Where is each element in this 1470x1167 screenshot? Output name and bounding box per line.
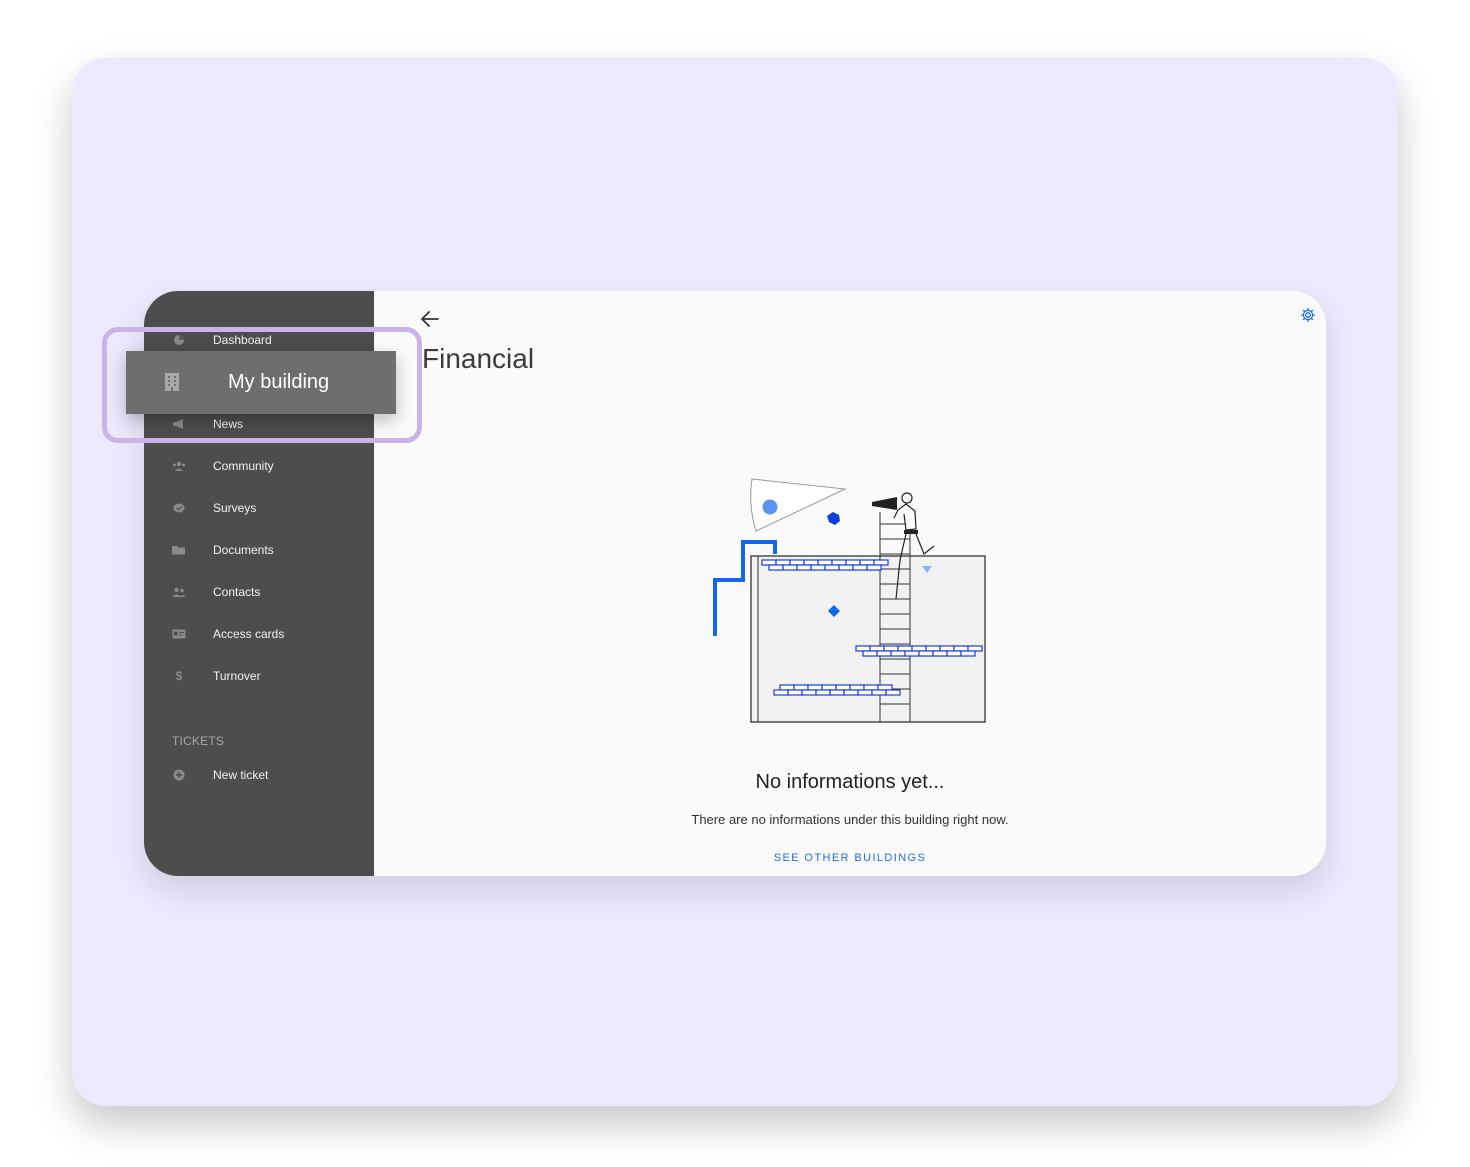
gear-icon[interactable] (1300, 307, 1316, 323)
highlight-focus-ring (102, 327, 422, 443)
empty-state-description: There are no informations under this bui… (691, 812, 1009, 827)
dollar-icon: $ (175, 669, 183, 683)
plus-circle-icon (171, 767, 187, 783)
see-other-buildings-link[interactable]: SEE OTHER BUILDINGS (374, 852, 1326, 864)
sidebar-item-surveys[interactable]: Surveys (144, 491, 374, 525)
empty-state-title: No informations yet... (755, 771, 945, 793)
page-title: Financial (422, 343, 535, 374)
sidebar-item-documents[interactable]: Documents (144, 533, 374, 567)
sidebar-item-label: Turnover (213, 669, 261, 683)
sidebar-item-community[interactable]: Community (144, 449, 374, 483)
sidebar-item-access-cards[interactable]: Access cards (144, 617, 374, 651)
main-content: Financial No informations yet... There a… (374, 291, 1326, 876)
sidebar-item-turnover[interactable]: $ Turnover (144, 659, 374, 693)
empty-state-illustration (710, 474, 1000, 734)
id-card-icon (171, 626, 187, 642)
back-arrow-icon[interactable] (418, 307, 442, 331)
contacts-icon (171, 584, 187, 600)
sidebar-item-label: Surveys (213, 501, 257, 515)
sidebar-item-label: Community (213, 459, 274, 473)
sidebar-item-label: New ticket (213, 768, 269, 782)
sidebar-item-new-ticket[interactable]: New ticket (144, 758, 374, 792)
people-icon (171, 458, 187, 474)
sidebar-item-label: Contacts (213, 585, 261, 599)
sidebar-item-label: Documents (213, 543, 274, 557)
tickets-section-title: TICKETS (172, 734, 225, 748)
sidebar-item-label: Access cards (213, 627, 285, 641)
chat-check-icon (171, 500, 187, 516)
sidebar-item-contacts[interactable]: Contacts (144, 575, 374, 609)
folder-icon (171, 542, 187, 558)
